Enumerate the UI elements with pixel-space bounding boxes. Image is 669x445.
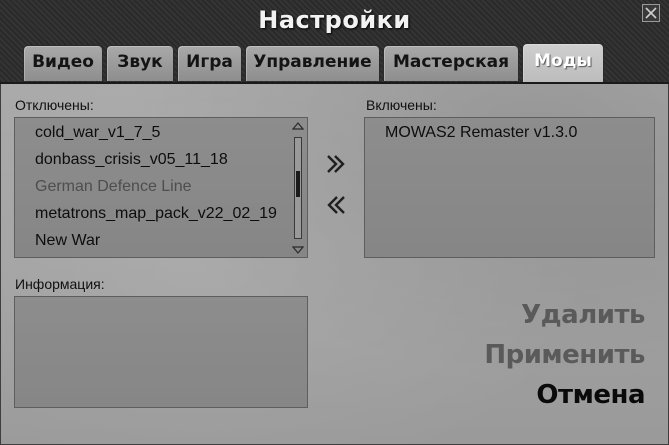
window-title: Настройки: [258, 6, 411, 34]
tab-bar: Видео Звук Игра Управление Мастерская Мо…: [0, 43, 669, 82]
list-item[interactable]: metatrons_map_pack_v22_02_19: [35, 205, 277, 223]
scrollbar-thumb[interactable]: [296, 171, 300, 197]
move-left-button[interactable]: [324, 193, 348, 217]
disabled-mods-list: cold_war_v1_7_5 donbass_crisis_v05_11_18…: [14, 117, 308, 258]
list-item[interactable]: MOWAS2 Remaster v1.3.0: [385, 124, 577, 142]
scrollbar[interactable]: [294, 137, 302, 239]
close-button[interactable]: [642, 4, 660, 22]
list-item[interactable]: New War: [35, 232, 100, 250]
tab-workshop[interactable]: Мастерская: [383, 45, 519, 81]
disabled-label: Отключены:: [15, 97, 94, 113]
scroll-up-icon[interactable]: [292, 122, 304, 130]
enabled-label: Включены:: [366, 97, 437, 113]
tab-video[interactable]: Видео: [23, 45, 103, 81]
close-icon: [645, 7, 657, 19]
tab-game[interactable]: Игра: [177, 45, 242, 81]
tab-controls[interactable]: Управление: [245, 45, 380, 81]
cancel-button[interactable]: Отмена: [536, 380, 645, 410]
enabled-mods-list: MOWAS2 Remaster v1.3.0: [364, 117, 655, 258]
tab-sound[interactable]: Звук: [106, 45, 174, 81]
window-header: Настройки Видео Звук Игра Управление Мас…: [0, 0, 669, 84]
scroll-down-icon[interactable]: [292, 246, 304, 254]
list-item[interactable]: donbass_crisis_v05_11_18: [35, 151, 228, 169]
list-item[interactable]: German Defence Line: [35, 178, 192, 196]
apply-button[interactable]: Применить: [484, 340, 645, 370]
info-panel: [14, 296, 308, 408]
list-item[interactable]: cold_war_v1_7_5: [35, 124, 160, 142]
info-label: Информация:: [15, 276, 105, 292]
tab-mods[interactable]: Моды: [522, 43, 604, 82]
move-right-button[interactable]: [324, 152, 348, 176]
delete-button[interactable]: Удалить: [521, 300, 645, 330]
